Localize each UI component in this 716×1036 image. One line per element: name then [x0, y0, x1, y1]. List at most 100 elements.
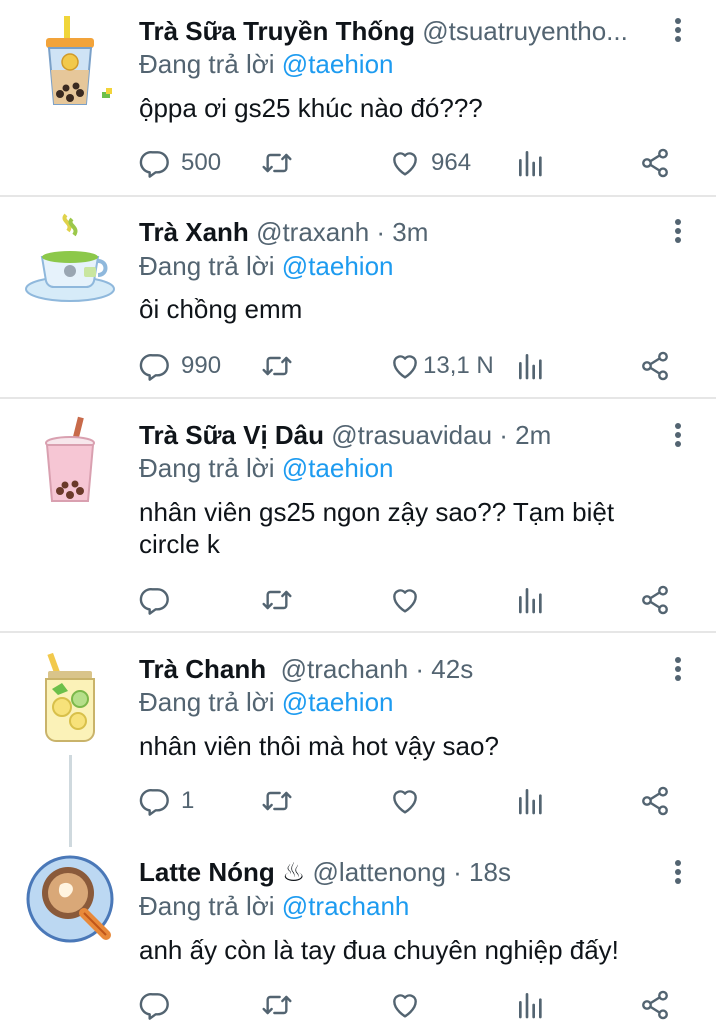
tweet-header: Latte Nóng ♨ @lattenong · 18s [139, 854, 656, 890]
view-stats-button[interactable] [515, 346, 547, 386]
like-count: 13,1 N [423, 352, 494, 379]
retweet-icon [261, 989, 293, 1021]
replying-prefix: Đang trả lời [139, 49, 275, 79]
tweet-timestamp[interactable]: · 2m [492, 420, 551, 450]
reply-button[interactable]: 500 [139, 143, 221, 183]
replying-mention-link[interactable]: @taehion [282, 453, 394, 483]
bar-chart-icon [515, 785, 547, 817]
reply-icon [139, 584, 171, 616]
reply-button[interactable]: 990 [139, 346, 221, 386]
retweet-button[interactable] [261, 985, 293, 1025]
heart-icon [389, 584, 421, 616]
replying-mention-link[interactable]: @taehion [282, 687, 394, 717]
view-stats-button[interactable] [515, 580, 547, 620]
display-name[interactable]: Trà Sữa Vị Dâu [139, 420, 324, 450]
reply-icon [139, 350, 171, 382]
tweet-header: Trà Sữa Truyền Thống @tsuatruyentho... [139, 13, 656, 49]
lemon-tea-jar-icon[interactable] [22, 649, 118, 745]
bar-chart-icon [515, 989, 547, 1021]
retweet-button[interactable] [261, 346, 293, 386]
replying-mention-link[interactable]: @taehion [282, 251, 394, 281]
bubble-tea-cup-icon[interactable] [22, 14, 118, 110]
bar-chart-icon [515, 584, 547, 616]
retweet-button[interactable] [261, 781, 293, 821]
share-button[interactable] [639, 346, 671, 386]
tweet-actions: 990 13,1 N [139, 346, 679, 386]
reply-button[interactable] [139, 580, 181, 620]
replying-to: Đang trả lời @taehion [139, 47, 394, 81]
tweet-5[interactable]: Latte Nóng ♨ @lattenong · 18s Đang trả l… [0, 843, 716, 1036]
like-count: 964 [431, 149, 472, 176]
reply-icon [139, 989, 171, 1021]
share-button[interactable] [639, 143, 671, 183]
replying-to: Đang trả lời @taehion [139, 249, 394, 283]
tweet-actions: 500 964 [139, 143, 679, 183]
like-button[interactable] [389, 985, 431, 1025]
like-button[interactable]: 964 [389, 143, 471, 183]
tweet-header: Trà Sữa Vị Dâu @trasuavidau · 2m [139, 417, 656, 453]
retweet-icon [261, 785, 293, 817]
heart-icon [389, 147, 421, 179]
view-stats-button[interactable] [515, 143, 547, 183]
replying-to: Đang trả lời @taehion [139, 685, 394, 719]
tweet-timestamp[interactable]: · 3m [369, 217, 428, 247]
more-options-icon[interactable] [670, 420, 686, 454]
tweet-actions [139, 580, 679, 620]
replying-mention-link[interactable]: @taehion [282, 49, 394, 79]
share-icon [639, 785, 671, 817]
retweet-button[interactable] [261, 143, 293, 183]
heart-icon [389, 785, 421, 817]
more-options-icon[interactable] [670, 857, 686, 891]
more-options-icon[interactable] [670, 654, 686, 688]
view-stats-button[interactable] [515, 781, 547, 821]
display-name[interactable]: Trà Sữa Truyền Thống [139, 16, 415, 46]
user-handle[interactable]: @tsuatruyentho... [422, 16, 628, 46]
reply-button[interactable] [139, 985, 181, 1025]
share-icon [639, 350, 671, 382]
share-button[interactable] [639, 985, 671, 1025]
retweet-icon [261, 147, 293, 179]
tweet-2[interactable]: Trà Xanh @traxanh · 3m Đang trả lời @tae… [0, 197, 716, 397]
replying-prefix: Đang trả lời [139, 453, 275, 483]
replying-prefix: Đang trả lời [139, 251, 275, 281]
share-button[interactable] [639, 580, 671, 620]
user-handle[interactable]: @lattenong [313, 857, 446, 887]
display-name[interactable]: Trà Chanh [139, 654, 266, 684]
tweet-timestamp[interactable]: · 18s [446, 857, 511, 887]
tweet-text: nhân viên gs25 ngon zậy sao?? Tạm biệt c… [139, 497, 615, 559]
retweet-icon [261, 584, 293, 616]
tweet-actions: 1 [139, 781, 679, 821]
like-button[interactable]: 13,1 N [389, 346, 494, 386]
replying-mention-link[interactable]: @trachanh [282, 891, 410, 921]
tweet-3[interactable]: Trà Sữa Vị Dâu @trasuavidau · 2m Đang tr… [0, 399, 716, 631]
green-tea-cup-icon[interactable] [22, 211, 118, 307]
view-stats-button[interactable] [515, 985, 547, 1025]
replying-prefix: Đang trả lời [139, 687, 275, 717]
user-handle[interactable]: @trachanh [281, 654, 409, 684]
reply-icon [139, 147, 171, 179]
tweet-1[interactable]: Trà Sữa Truyền Thống @tsuatruyentho... Đ… [0, 0, 716, 196]
hot-latte-cup-icon[interactable] [22, 851, 118, 947]
tweet-text: ôi chồng emm [139, 294, 303, 324]
user-handle[interactable]: @trasuavidau [331, 420, 492, 450]
share-icon [639, 989, 671, 1021]
reply-button[interactable]: 1 [139, 781, 194, 821]
reply-count: 500 [181, 149, 222, 176]
more-options-icon[interactable] [670, 15, 686, 49]
tweet-4[interactable]: Trà Chanh @trachanh · 42s Đang trả lời @… [0, 633, 716, 843]
retweet-icon [261, 350, 293, 382]
like-button[interactable] [389, 781, 431, 821]
display-name[interactable]: Latte Nóng ♨ [139, 857, 305, 887]
like-button[interactable] [389, 580, 431, 620]
user-handle[interactable]: @traxanh [256, 217, 369, 247]
more-options-icon[interactable] [670, 216, 686, 250]
share-button[interactable] [639, 781, 671, 821]
reply-count: 990 [181, 352, 222, 379]
display-name[interactable]: Trà Xanh [139, 217, 249, 247]
tweet-text: anh ấy còn là tay đua chuyên nghiệp đấy! [139, 935, 619, 965]
share-icon [639, 584, 671, 616]
strawberry-milk-tea-icon[interactable] [22, 413, 118, 509]
retweet-button[interactable] [261, 580, 293, 620]
replying-prefix: Đang trả lời [139, 891, 275, 921]
tweet-timestamp[interactable]: · 42s [408, 654, 473, 684]
